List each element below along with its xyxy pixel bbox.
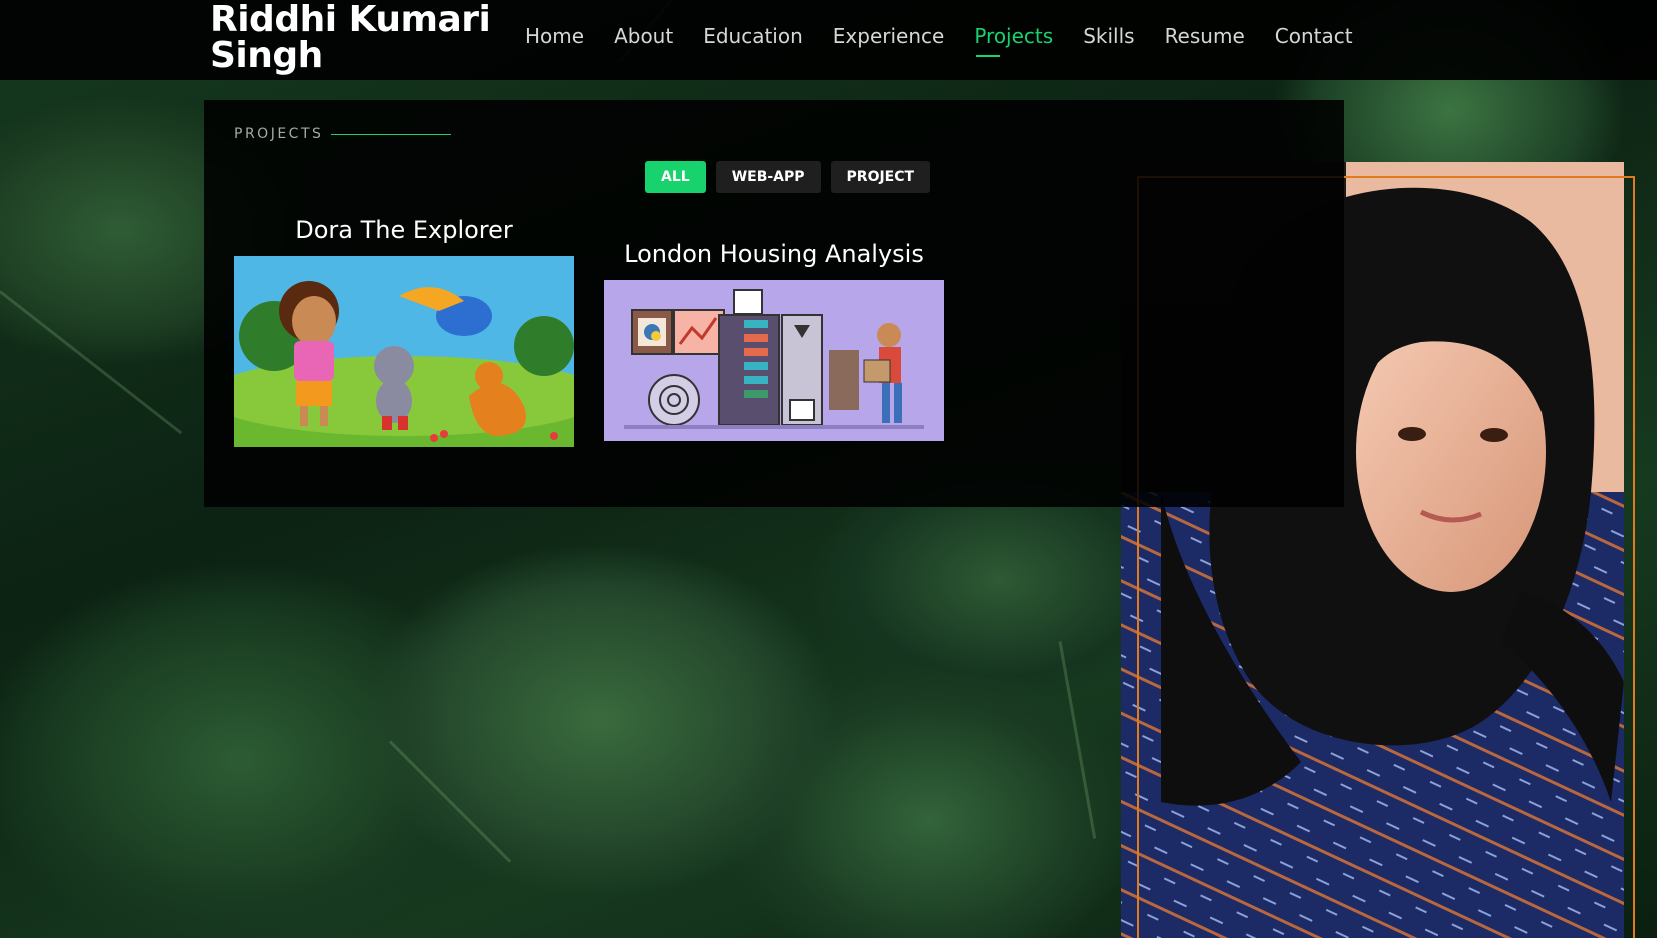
nav-education[interactable]: Education (703, 24, 803, 58)
nav-home[interactable]: Home (525, 24, 584, 58)
project-card[interactable]: Dora The Explorer (234, 216, 574, 244)
filter-project[interactable]: PROJECT (830, 161, 931, 193)
nav-about[interactable]: About (614, 24, 673, 58)
filter-web-app[interactable]: WEB-APP (715, 161, 821, 193)
project-title[interactable]: Dora The Explorer (234, 216, 574, 244)
project-card[interactable]: London Housing Analysis (604, 240, 944, 268)
nav-skills[interactable]: Skills (1083, 24, 1134, 58)
nav-contact[interactable]: Contact (1275, 24, 1353, 58)
dora-thumbnail[interactable] (234, 256, 574, 447)
main-nav: Home About Education Experience Projects… (525, 24, 1383, 58)
section-title: PROJECTS (234, 126, 324, 142)
top-navbar: Riddhi Kumari Singh Home About Education… (0, 0, 1657, 80)
nav-experience[interactable]: Experience (833, 24, 945, 58)
project-title[interactable]: London Housing Analysis (604, 240, 944, 268)
nav-resume[interactable]: Resume (1165, 24, 1245, 58)
projects-section: PROJECTS ALL WEB-APP PROJECT Dora The Ex… (204, 100, 1344, 507)
project-filters: ALL WEB-APP PROJECT (645, 161, 931, 193)
site-brand[interactable]: Riddhi Kumari Singh (210, 2, 500, 74)
section-title-underline (331, 134, 451, 135)
nav-projects[interactable]: Projects (974, 24, 1053, 58)
filter-all[interactable]: ALL (645, 161, 706, 193)
london-housing-thumbnail[interactable] (604, 280, 944, 441)
